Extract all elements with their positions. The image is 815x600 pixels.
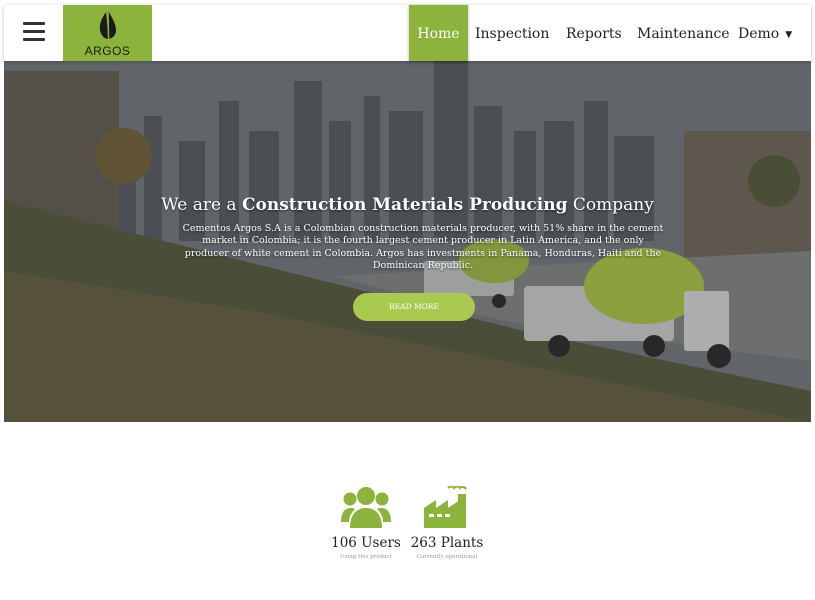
users-caption: Using this product (340, 554, 392, 560)
nav-demo-dropdown[interactable]: Demo ▼ (738, 5, 792, 61)
factory-icon (424, 486, 467, 528)
users-icon (341, 487, 391, 528)
nav-reports[interactable]: Reports (566, 5, 622, 61)
hero-title-highlight: Construction Materials Producing (241, 195, 568, 215)
caret-down-icon: ▼ (785, 30, 793, 40)
nav-home[interactable]: Home (409, 5, 468, 61)
hero-banner: We are a Construction Materials Producin… (4, 61, 811, 422)
brand-logo[interactable]: ARGOS (63, 5, 152, 61)
hamburger-menu-icon[interactable] (23, 22, 45, 42)
users-stat: 106 Users Using this product (330, 486, 402, 560)
users-count: 106 Users (331, 535, 401, 551)
argos-leaf-icon (99, 8, 116, 40)
plants-count: 263 Plants (410, 535, 484, 551)
plants-caption: Currently operational (416, 554, 478, 560)
read-more-button[interactable]: READ MORE (353, 293, 475, 321)
hero-title: We are a Construction Materials Producin… (161, 195, 654, 215)
top-navbar: ARGOS Home Inspection Reports Maintenanc… (4, 5, 811, 61)
nav-inspection[interactable]: Inspection (475, 5, 549, 61)
hero-description: Cementos Argos S.A is a Colombian constr… (182, 223, 664, 271)
nav-maintenance[interactable]: Maintenance (637, 5, 730, 61)
brand-name: ARGOS (84, 44, 131, 58)
plants-stat: 263 Plants Currently operational (409, 486, 485, 560)
